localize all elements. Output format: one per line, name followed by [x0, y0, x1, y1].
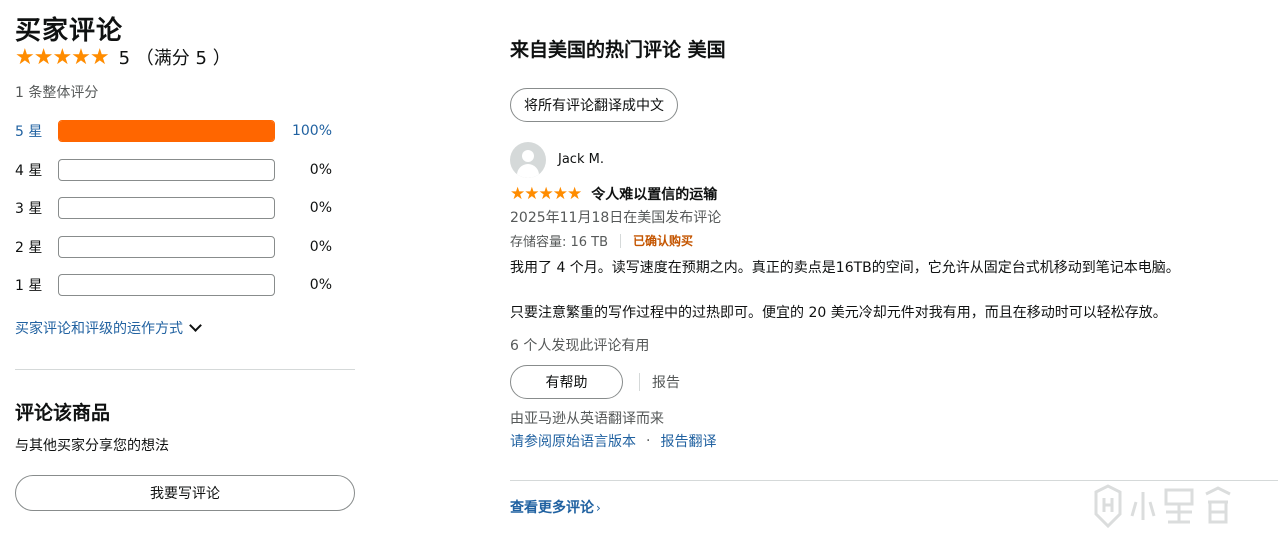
histogram-row-2-star: 2 星 0% — [15, 235, 335, 259]
histogram-row-4-star: 4 星 0% — [15, 158, 335, 182]
meta-divider — [620, 233, 622, 248]
top-reviews-heading: 来自美国的热门评论 美国 — [510, 39, 726, 61]
chevron-down-icon[interactable] — [189, 319, 202, 332]
avatar-body-icon — [517, 164, 539, 178]
histogram-bar[interactable] — [58, 120, 275, 142]
divider — [510, 480, 1278, 481]
review-product-subtitle: 与其他买家分享您的想法 — [15, 438, 169, 454]
divider — [15, 369, 355, 370]
histogram-percent: 0% — [309, 200, 332, 216]
histogram-percent: 0% — [309, 277, 332, 293]
review-meta: 存储容量: 16 TB 已确认购买 — [510, 231, 693, 250]
histogram-percent: 0% — [309, 239, 332, 255]
total-ratings-count: 1 条整体评分 — [15, 85, 99, 101]
histogram-fill — [59, 121, 274, 141]
helpful-count: 6 个人发现此评论有用 — [510, 338, 650, 354]
avatar-head-icon — [522, 150, 534, 162]
histogram-label: 1 星 — [15, 278, 43, 294]
report-divider — [639, 373, 640, 391]
review-stars-icon[interactable]: ★★★★★ — [510, 184, 582, 204]
storage-capacity[interactable]: 存储容量: 16 TB — [510, 231, 608, 250]
review-date: 2025年11月18日在美国发布评论 — [510, 210, 722, 226]
review-title[interactable]: 令人难以置信的运输 — [591, 184, 717, 204]
histogram-bar — [58, 159, 275, 181]
helpful-button[interactable]: 有帮助 — [510, 365, 623, 399]
histogram-bar — [58, 197, 275, 219]
review-header: ★★★★★ 令人难以置信的运输 — [510, 184, 717, 204]
view-original-link[interactable]: 请参阅原始语言版本 — [510, 431, 636, 451]
how-reviews-work-label[interactable]: 买家评论和评级的运作方式 — [15, 318, 183, 338]
histogram-label: 2 星 — [15, 240, 43, 256]
histogram-label: 3 星 — [15, 201, 43, 217]
how-reviews-work-link[interactable]: 买家评论和评级的运作方式 — [15, 318, 202, 338]
watermark-logo-icon — [1094, 484, 1231, 529]
reviewer-name[interactable]: Jack M. — [558, 152, 604, 167]
histogram-bar — [58, 274, 275, 296]
translation-links: 请参阅原始语言版本 · 报告翻译 — [510, 431, 716, 451]
report-link[interactable]: 报告 — [652, 372, 680, 392]
rating-text: 5 （满分 5 ） — [118, 48, 231, 69]
translated-note: 由亚马逊从英语翻译而来 — [510, 411, 664, 427]
verified-purchase-badge: 已确认购买 — [633, 234, 694, 248]
translate-all-button[interactable]: 将所有评论翻译成中文 — [510, 88, 678, 122]
more-reviews-link[interactable]: 查看更多评论 › — [510, 497, 601, 517]
histogram-bar — [58, 236, 275, 258]
review-body-paragraph: 只要注意繁重的写作过程中的过热即可。便宜的 20 美元冷却元件对我有用，而且在移… — [510, 305, 1167, 321]
more-reviews-label[interactable]: 查看更多评论 — [510, 500, 594, 516]
reviews-title: 买家评论 — [15, 16, 124, 46]
review-body-paragraph: 我用了 4 个月。读写速度在预期之内。真正的卖点是16TB的空间，它允许从固定台… — [510, 260, 1180, 276]
rating-stars-icon: ★★★★★ — [15, 44, 110, 70]
histogram-percent: 0% — [309, 162, 332, 178]
chevron-right-icon[interactable]: › — [596, 501, 601, 515]
histogram-label[interactable]: 5 星 — [15, 121, 58, 141]
histogram-percent[interactable]: 100% — [275, 123, 332, 139]
histogram-label: 4 星 — [15, 163, 43, 179]
review-product-title: 评论该商品 — [15, 402, 111, 424]
histogram-row-3-star: 3 星 0% — [15, 196, 335, 220]
overall-rating: ★★★★★ 5 （满分 5 ） — [15, 44, 231, 70]
avatar — [510, 142, 546, 178]
write-review-button[interactable]: 我要写评论 — [15, 475, 355, 511]
histogram-row-5-star[interactable]: 5 星 100% — [15, 119, 335, 143]
histogram-row-1-star: 1 星 0% — [15, 273, 335, 297]
report-translation-link[interactable]: 报告翻译 — [660, 431, 716, 451]
dot-separator: · — [646, 433, 651, 449]
